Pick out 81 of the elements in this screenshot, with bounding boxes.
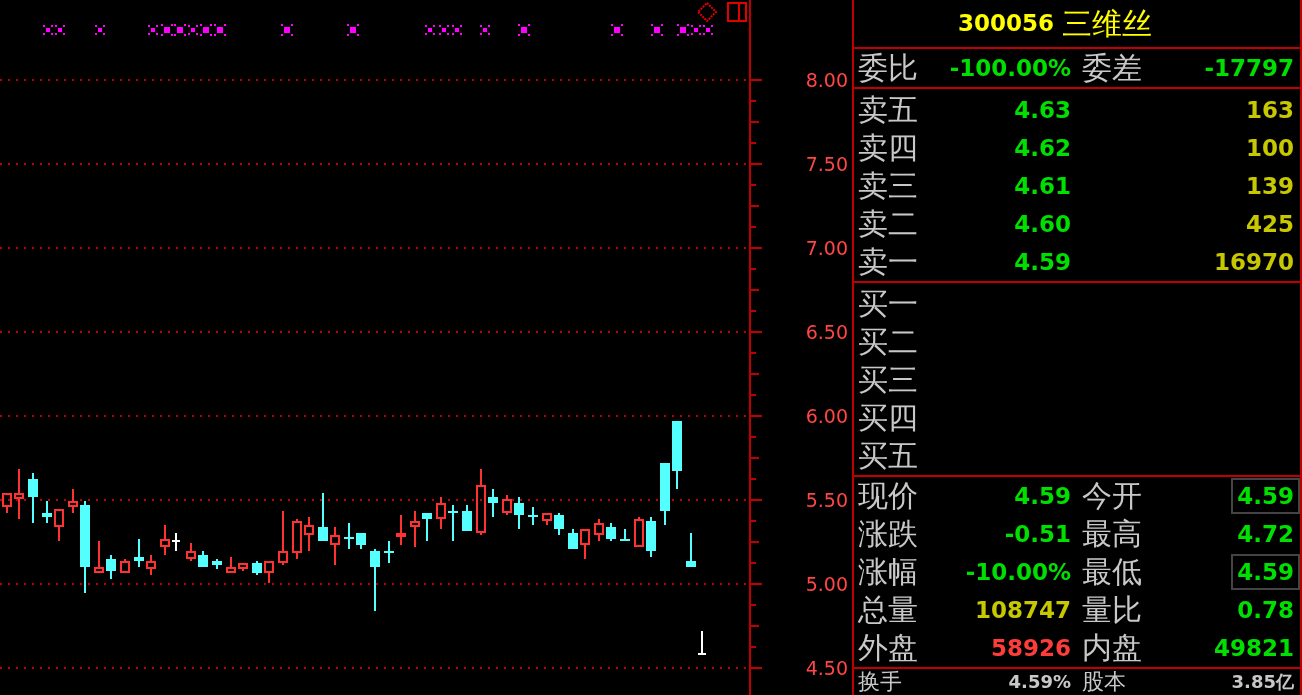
field-value: 425	[1246, 211, 1294, 237]
field-value: -100.00%	[949, 55, 1071, 81]
x-marker-icon	[188, 25, 198, 35]
field-label: 卖二	[858, 209, 919, 239]
field-label: 买三	[858, 365, 919, 395]
x-marker-icon	[95, 25, 105, 35]
field-label: 股本	[1082, 671, 1127, 693]
axis-label: 6.50	[805, 321, 848, 343]
field-label: 卖四	[858, 133, 919, 163]
field-value: 4.72	[1237, 521, 1294, 547]
axis-label: 4.50	[805, 657, 848, 679]
field-label: 外盘	[858, 633, 919, 663]
field-value: -10.00%	[965, 559, 1071, 585]
field-label: 委差	[1082, 53, 1143, 83]
x-marker-icon	[200, 24, 212, 36]
stock-code: 300056	[958, 12, 1055, 35]
field-value: 4.59%	[1008, 672, 1071, 692]
field-value: 4.59	[1237, 483, 1294, 509]
field-value: -0.51	[1004, 521, 1071, 547]
axis-label: 6.00	[805, 405, 848, 427]
x-marker-icon	[425, 25, 435, 35]
x-marker-icon	[281, 24, 293, 36]
field-label: 涨跌	[858, 519, 919, 549]
x-marker-icon	[611, 24, 623, 36]
x-marker-icon	[703, 25, 713, 35]
field-label: 最高	[1082, 519, 1143, 549]
field-label: 现价	[858, 481, 919, 511]
field-label: 量比	[1082, 595, 1143, 625]
x-marker-icon	[480, 25, 490, 35]
x-marker-icon	[174, 24, 186, 36]
x-marker-icon	[691, 25, 701, 35]
field-value: 108747	[974, 597, 1071, 623]
x-marker-icon	[452, 25, 462, 35]
field-value: 0.78	[1237, 597, 1294, 623]
x-marker-icon	[148, 25, 158, 35]
field-value: 4.63	[1014, 97, 1071, 123]
field-label: 买五	[858, 441, 919, 471]
field-label: 卖三	[858, 171, 919, 201]
field-label: 总量	[858, 595, 919, 625]
field-label: 卖一	[858, 247, 919, 277]
field-label: 最低	[1082, 557, 1143, 587]
axis-label: 7.50	[805, 153, 848, 175]
field-value: 4.59	[1014, 249, 1071, 275]
field-value: 139	[1246, 173, 1294, 199]
x-marker-icon	[55, 25, 65, 35]
axis-label: 5.00	[805, 573, 848, 595]
field-label: 内盘	[1082, 633, 1143, 663]
field-value: 100	[1246, 135, 1294, 161]
field-value: 49821	[1213, 635, 1294, 661]
diamond-icon[interactable]	[697, 2, 717, 22]
field-value: 4.59	[1014, 483, 1071, 509]
x-marker-icon	[43, 25, 53, 35]
field-value: -17797	[1204, 55, 1294, 81]
field-value: 58926	[990, 635, 1071, 661]
x-marker-icon	[651, 24, 663, 36]
field-value: 16970	[1213, 249, 1294, 275]
split-panel-icon[interactable]	[727, 2, 747, 22]
field-label: 委比	[858, 53, 919, 83]
field-value: 4.62	[1014, 135, 1071, 161]
x-marker-icon	[214, 24, 226, 36]
field-value: 4.61	[1014, 173, 1071, 199]
field-label: 卖五	[858, 95, 919, 125]
field-value: 163	[1246, 97, 1294, 123]
field-label: 涨幅	[858, 557, 919, 587]
axis-label: 7.00	[805, 237, 848, 259]
field-value: 3.85亿	[1231, 672, 1294, 692]
x-marker-icon	[161, 24, 173, 36]
x-marker-icon	[518, 24, 530, 36]
field-label: 买四	[858, 403, 919, 433]
axis-label: 8.00	[805, 69, 848, 91]
x-marker-icon	[347, 24, 359, 36]
field-value: 4.60	[1014, 211, 1071, 237]
field-label: 换手	[858, 671, 903, 693]
field-label: 今开	[1082, 481, 1143, 511]
axis-label: 5.50	[805, 489, 848, 511]
field-value: 4.59	[1237, 559, 1294, 585]
x-marker-icon	[439, 25, 449, 35]
field-label: 买一	[858, 289, 919, 319]
stock-name: 三维丝	[1062, 8, 1153, 39]
field-label: 买二	[858, 327, 919, 357]
x-marker-icon	[677, 24, 689, 36]
